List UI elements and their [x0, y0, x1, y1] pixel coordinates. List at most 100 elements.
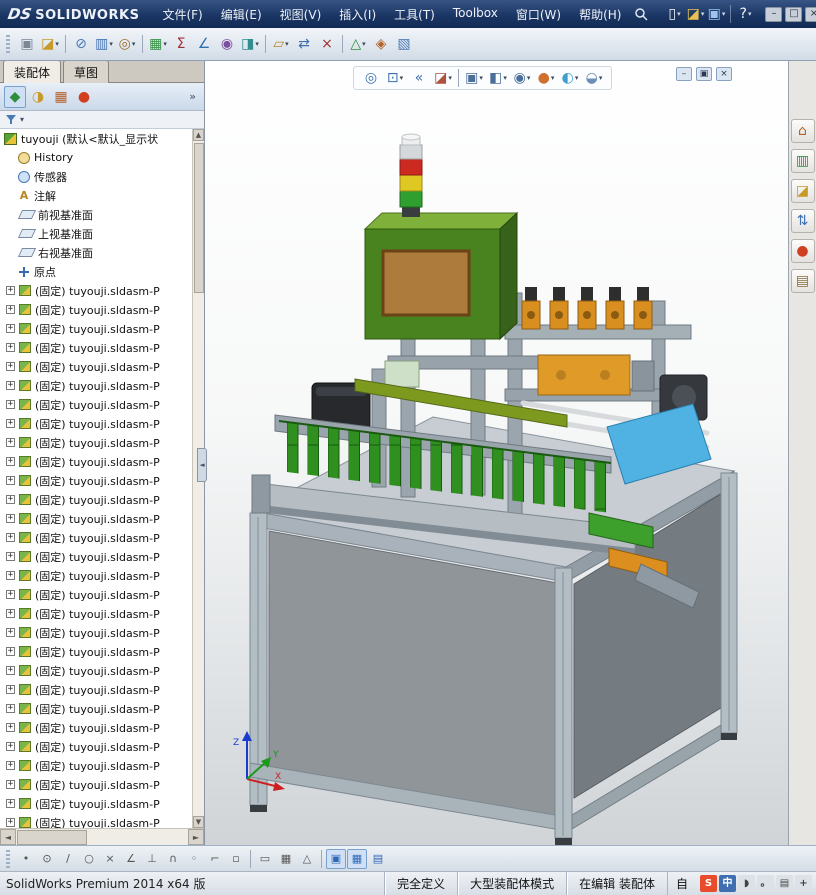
expand-icon[interactable]: + [6, 818, 15, 827]
search-icon[interactable] [634, 7, 649, 21]
expand-icon[interactable]: + [6, 457, 15, 466]
tree-hscrollbar[interactable]: ◄ ► [0, 828, 204, 845]
expand-icon[interactable]: + [6, 628, 15, 637]
save-icon[interactable]: ▣ ▾ [706, 4, 726, 24]
measure-icon[interactable]: ∠ [193, 33, 215, 55]
expand-icon[interactable]: + [6, 742, 15, 751]
dropdown-caret[interactable]: ▾ [677, 10, 681, 18]
new-document-icon[interactable]: ▯ ▾ [664, 4, 684, 24]
dropdown-caret[interactable]: ▾ [575, 74, 579, 82]
expand-icon[interactable]: + [6, 286, 15, 295]
center-snap-icon[interactable]: ⊙ [37, 849, 57, 869]
expand-icon[interactable]: + [6, 609, 15, 618]
dropdown-caret[interactable]: ▾ [551, 74, 555, 82]
doc-restore-icon[interactable]: ▣ [696, 67, 712, 81]
dropdown-caret[interactable]: ▾ [285, 40, 289, 48]
display-style-icon[interactable]: ◧ ▾ [486, 68, 510, 88]
tree-row-origin[interactable]: 原点 [0, 262, 192, 281]
dropdown-caret[interactable]: ▾ [55, 40, 59, 48]
expand-icon[interactable]: + [6, 723, 15, 732]
grid-display-icon[interactable]: ▦ [276, 849, 296, 869]
section-properties-icon[interactable]: ◨ ▾ [239, 33, 261, 55]
compare-documents-icon[interactable]: ▥ ▾ [93, 33, 115, 55]
expand-icon[interactable]: + [6, 552, 15, 561]
scroll-right-icon[interactable]: ► [188, 829, 204, 845]
filter-caret[interactable]: ▾ [20, 115, 24, 124]
input-settings-icon[interactable]: + [795, 875, 812, 892]
tree-component-row[interactable]: + (固定) tuyouji.sldasm-P [0, 566, 192, 585]
dropdown-caret[interactable]: ▾ [163, 40, 167, 48]
chinese-mode-icon[interactable]: 中 [719, 875, 736, 892]
punctuation-icon[interactable]: 。 [757, 875, 774, 892]
expand-icon[interactable]: + [6, 476, 15, 485]
dropdown-caret[interactable]: ▾ [255, 40, 259, 48]
equations-icon[interactable]: Σ [170, 33, 192, 55]
find-references-icon[interactable]: ◎ ▾ [116, 33, 138, 55]
dropdown-caret[interactable]: ▾ [132, 40, 136, 48]
dropdown-caret[interactable]: ▾ [722, 10, 726, 18]
vscroll-thumb[interactable] [193, 143, 204, 293]
expand-icon[interactable]: + [6, 362, 15, 371]
menu-window[interactable]: 窗口(W) [507, 1, 570, 28]
expand-icon[interactable]: + [6, 780, 15, 789]
open-document-icon[interactable]: ◪ ▾ [685, 4, 705, 24]
tree-component-row[interactable]: + (固定) tuyouji.sldasm-P [0, 452, 192, 471]
point-snap-icon[interactable]: • [16, 849, 36, 869]
expand-icon[interactable]: + [6, 571, 15, 580]
expand-icon[interactable]: + [6, 590, 15, 599]
help-icon[interactable]: ? ▾ [735, 4, 755, 24]
expand-icon[interactable]: + [6, 533, 15, 542]
tree-component-row[interactable]: + (固定) tuyouji.sldasm-P [0, 699, 192, 718]
tangent-snap-icon[interactable]: ∩ [163, 849, 183, 869]
tree-component-row[interactable]: + (固定) tuyouji.sldasm-P [0, 623, 192, 642]
dropdown-caret[interactable]: ▾ [599, 74, 603, 82]
tree-row-top-plane[interactable]: 上视基准面 [0, 224, 192, 243]
expand-icon[interactable]: + [6, 381, 15, 390]
grid-snap-icon[interactable]: ▭ [255, 849, 275, 869]
interference-check-icon[interactable]: ◈ [370, 33, 392, 55]
tree-row-right-plane[interactable]: 右视基准面 [0, 243, 192, 262]
apply-scene-icon[interactable]: ◐ ▾ [558, 68, 582, 88]
sketch-entities-icon[interactable]: ▱ ▾ [270, 33, 292, 55]
scroll-down-icon[interactable]: ▼ [193, 816, 204, 828]
hscroll-thumb[interactable] [17, 829, 87, 845]
dropdown-caret[interactable]: ▾ [362, 40, 366, 48]
tree-component-row[interactable]: + (固定) tuyouji.sldasm-P [0, 414, 192, 433]
mass-properties-icon[interactable]: ◉ [216, 33, 238, 55]
appearances-icon[interactable]: ● [790, 239, 815, 263]
displaymanager-tab-icon[interactable]: ● [73, 86, 95, 108]
featuremanager-tab-icon[interactable]: ◆ [4, 85, 26, 108]
panel-collapse-arrow[interactable]: ◄ [197, 448, 207, 482]
dropdown-caret[interactable]: ▾ [527, 74, 531, 82]
expand-icon[interactable]: + [6, 514, 15, 523]
expand-icon[interactable]: + [6, 419, 15, 428]
tree-component-row[interactable]: + (固定) tuyouji.sldasm-P [0, 585, 192, 604]
section-view-icon[interactable]: ◪ ▾ [431, 68, 455, 88]
grid-toggle-icon[interactable]: ▦ [347, 848, 367, 869]
tree-component-row[interactable]: + (固定) tuyouji.sldasm-P [0, 338, 192, 357]
angle-grid-icon[interactable]: △ [297, 849, 317, 869]
view-settings-icon[interactable]: ◒ ▾ [582, 68, 606, 88]
selection-filter-icon[interactable]: ▫ [226, 849, 246, 869]
menu-insert[interactable]: 插入(I) [330, 1, 385, 28]
configurationmanager-tab-icon[interactable]: ▦ [50, 86, 72, 108]
menu-tools[interactable]: 工具(T) [385, 1, 444, 28]
dropdown-caret[interactable]: ▾ [748, 10, 752, 18]
maximize-button[interactable]: □ [785, 6, 803, 22]
circle-snap-icon[interactable]: ○ [79, 849, 99, 869]
tree-component-row[interactable]: + (固定) tuyouji.sldasm-P [0, 395, 192, 414]
snap-options-icon[interactable]: ▤ [368, 849, 388, 869]
tree-component-row[interactable]: + (固定) tuyouji.sldasm-P [0, 642, 192, 661]
sogou-input-icon[interactable]: S [700, 875, 717, 892]
assembly-visualization-icon[interactable]: ▧ [393, 33, 415, 55]
tree-component-row[interactable]: + (固定) tuyouji.sldasm-P [0, 357, 192, 376]
convert-entities-icon[interactable]: ⇄ [293, 33, 315, 55]
doc-minimize-icon[interactable]: – [676, 67, 692, 81]
close-button[interactable]: × [805, 6, 816, 22]
fullwidth-icon[interactable]: ◗ [738, 875, 755, 892]
dropdown-caret[interactable]: ▾ [448, 74, 452, 82]
attach-file-icon[interactable]: ⊘ [70, 33, 92, 55]
tree-component-row[interactable]: + (固定) tuyouji.sldasm-P [0, 300, 192, 319]
scroll-left-icon[interactable]: ◄ [0, 829, 16, 845]
tree-component-row[interactable]: + (固定) tuyouji.sldasm-P [0, 528, 192, 547]
